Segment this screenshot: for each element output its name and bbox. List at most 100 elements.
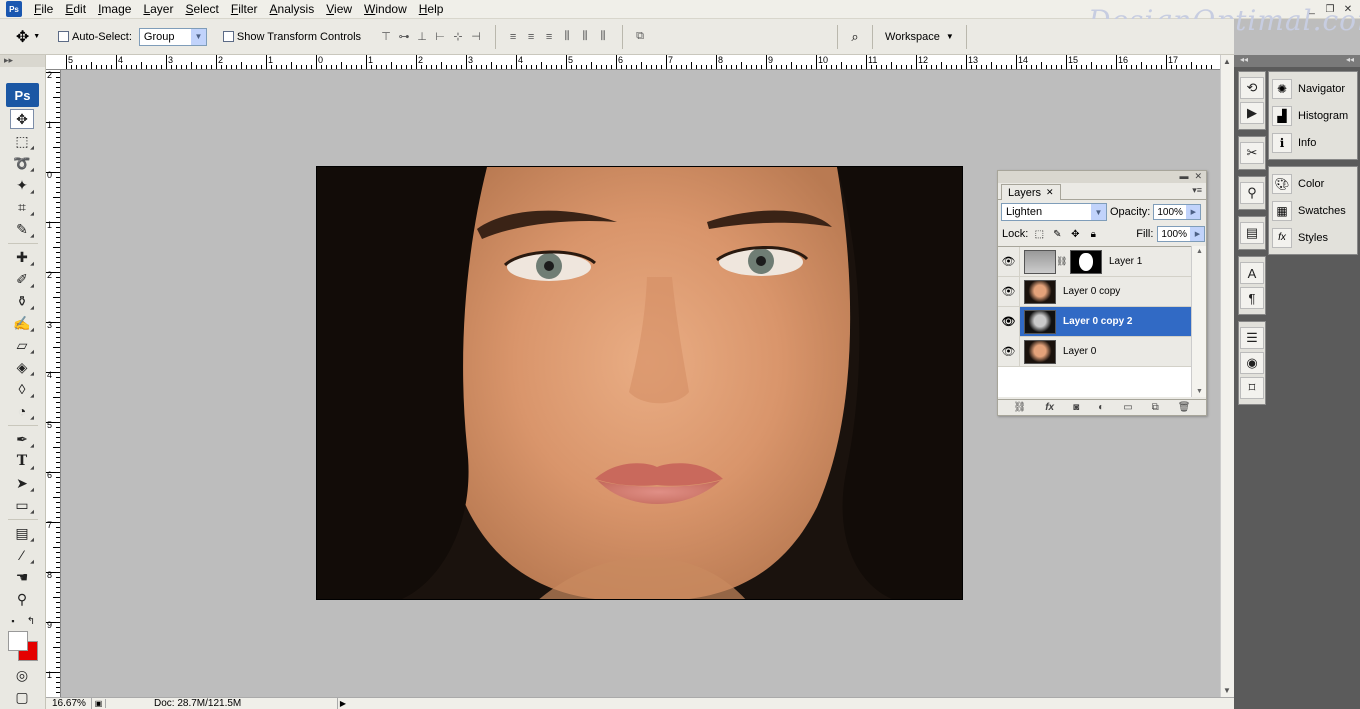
dodge-tool[interactable]: ◔ ◢ (10, 401, 34, 421)
magic-wand-tool[interactable]: ✦ ◢ (10, 175, 34, 196)
menu-view[interactable]: View (320, 0, 358, 19)
zoom-tool[interactable]: ⚲ (10, 589, 34, 609)
align-top-icon[interactable]: ⊤ (379, 30, 393, 44)
close-button[interactable]: ✕ (1340, 2, 1356, 16)
layers-scrollbar[interactable]: ▲ ▼ (1191, 246, 1206, 397)
canvas-vertical-scrollbar[interactable]: ▲ ▼ (1220, 55, 1234, 697)
layer-style-fx-icon[interactable]: fx (1045, 402, 1054, 413)
layer-row-layer-0-copy[interactable]: 👁︎ Layer 0 copy (998, 276, 1191, 307)
scroll-up-icon[interactable]: ▲ (1196, 248, 1203, 255)
distribute-right-icon[interactable]: ⫼ (596, 30, 610, 44)
history-brush-tool[interactable]: ✍ ◢ (10, 313, 34, 334)
menu-window[interactable]: Window (358, 0, 413, 19)
scroll-down-icon[interactable]: ▼ (1196, 388, 1203, 395)
workspace-button[interactable]: Workspace ▼ (885, 31, 954, 43)
history-icon[interactable]: ⟲ (1240, 77, 1264, 99)
slice-tool[interactable]: ✎ ◢ (10, 219, 34, 240)
channels-icon[interactable]: ◉ (1240, 352, 1264, 374)
restore-button[interactable]: ❐ (1322, 2, 1338, 16)
new-group-icon[interactable]: ▭ (1123, 402, 1132, 413)
zoom-level[interactable]: 16.67% (46, 698, 92, 709)
bridge-icon[interactable]: ⌕ (844, 26, 866, 48)
lock-transparency-icon[interactable]: ⬚ (1032, 227, 1046, 241)
default-colors-icon[interactable]: ▪ (8, 611, 18, 631)
close-tab-icon[interactable]: ✕ (1046, 187, 1054, 198)
menu-image[interactable]: Image (92, 0, 137, 19)
lock-position-icon[interactable]: ✥ (1068, 227, 1082, 241)
lasso-tool[interactable]: ➰ ◢ (10, 153, 34, 174)
align-hcenter-icon[interactable]: ⊹ (451, 30, 465, 44)
distribute-bottom-icon[interactable]: ≡ (542, 30, 556, 44)
paragraph-icon[interactable]: ¶ (1240, 287, 1264, 309)
scroll-up-icon[interactable]: ▲ (1223, 57, 1231, 66)
collapse-dock-icon[interactable]: ◂◂ (1234, 55, 1248, 67)
menu-help[interactable]: Help (413, 0, 450, 19)
minimize-panel-icon[interactable]: ▬ (1179, 171, 1188, 183)
eye-icon[interactable]: 👁︎ (998, 276, 1020, 307)
menu-edit[interactable]: Edit (59, 0, 92, 19)
auto-select-dropdown[interactable]: Group ▼ (138, 27, 207, 46)
layer-mask-thumbnail[interactable] (1070, 249, 1102, 274)
menu-analysis[interactable]: Analysis (264, 0, 321, 19)
add-mask-icon[interactable]: ◙ (1073, 402, 1079, 413)
lock-all-icon[interactable]: 🔒︎ (1086, 227, 1100, 241)
scroll-down-icon[interactable]: ▼ (1223, 686, 1231, 695)
expand-dock-icon[interactable]: ◂◂ (1340, 55, 1360, 67)
screen-mode-button[interactable]: ▢ (10, 687, 34, 707)
link-layers-icon[interactable]: ⛓︎ (1014, 402, 1027, 413)
panel-styles[interactable]: fx Styles (1269, 224, 1357, 251)
move-tool-preset-picker[interactable]: ✥ ▼ (10, 22, 46, 52)
rectangle-tool[interactable]: ▭ ◢ (10, 495, 34, 516)
panel-color[interactable]: 🎨︎ Color (1269, 170, 1357, 197)
layer-row-layer-1[interactable]: 👁︎ ⛓︎ Layer 1 (998, 246, 1191, 277)
auto-align-icon[interactable]: ⧉ (633, 30, 647, 44)
paths-icon[interactable]: ⌑ (1240, 377, 1264, 399)
hand-tool[interactable]: ☚ (10, 567, 34, 587)
crop-tool[interactable]: ⌗ ◢ (10, 197, 34, 218)
trash-icon[interactable]: 🗑︎ (1178, 402, 1191, 413)
document-icon[interactable]: ▣ (92, 699, 106, 708)
panel-histogram[interactable]: ▟ Histogram (1269, 102, 1357, 129)
pen-tool[interactable]: ✒ ◢ (10, 429, 34, 450)
align-left-icon[interactable]: ⊢ (433, 30, 447, 44)
show-transform-checkbox[interactable] (222, 31, 234, 42)
eraser-tool[interactable]: ▱ ◢ (10, 335, 34, 356)
eyedropper-tool[interactable]: ⁄ ◢ (10, 545, 34, 565)
tab-layers[interactable]: Layers ✕ (1001, 184, 1061, 200)
align-vcenter-icon[interactable]: ⊶ (397, 30, 411, 44)
paint-bucket-tool[interactable]: ◈ ◢ (10, 357, 34, 378)
horizontal-ruler[interactable]: 5 4 3 2 1 0 1 2 3 4 5 6 7 8 9 10 11 12 13 14 15 16 17 (46, 55, 1220, 70)
layers-icon[interactable]: ☰ (1240, 327, 1264, 349)
panel-info[interactable]: ℹ Info (1269, 129, 1357, 156)
distribute-left-icon[interactable]: ⫼ (560, 30, 574, 44)
opacity-field[interactable]: 100% ▶ (1153, 204, 1202, 220)
marquee-tool[interactable]: ⬚ ◢ (10, 131, 34, 152)
clone-stamp-tool[interactable]: ⚱ ◢ (10, 291, 34, 312)
vertical-ruler[interactable]: 2101234567891 (46, 70, 61, 697)
tool-presets-icon[interactable]: ✂ (1240, 142, 1264, 164)
eye-icon[interactable]: 👁︎ (998, 306, 1020, 337)
close-panel-icon[interactable]: ✕ (1194, 171, 1202, 183)
healing-brush-tool[interactable]: ✚ ◢ (10, 247, 34, 268)
type-tool[interactable]: T ◢ (10, 451, 34, 471)
notes-tool[interactable]: ▤ ◢ (10, 523, 34, 544)
layer-row-layer-0-copy-2[interactable]: 👁︎ Layer 0 copy 2 (998, 306, 1191, 337)
fill-field[interactable]: 100% ▶ (1157, 226, 1206, 242)
path-selection-tool[interactable]: ➤ ◢ (10, 473, 34, 494)
status-menu-arrow-icon[interactable]: ▶ (338, 699, 348, 708)
menu-select[interactable]: Select (179, 0, 224, 19)
layer-comps-icon[interactable]: ▤ (1240, 222, 1264, 244)
panel-menu-icon[interactable]: ▾≡ (1192, 185, 1202, 196)
brushes-icon[interactable]: ⚲ (1240, 182, 1264, 204)
document-image[interactable] (316, 166, 963, 600)
menu-file[interactable]: File (28, 0, 59, 19)
menu-filter[interactable]: Filter (225, 0, 264, 19)
align-right-icon[interactable]: ⊣ (469, 30, 483, 44)
layer-row-layer-0[interactable]: 👁︎ Layer 0 (998, 336, 1191, 367)
chevron-right-icon[interactable]: ▶ (1190, 227, 1205, 241)
swap-colors-icon[interactable]: ↰ (26, 611, 36, 631)
move-tool[interactable]: ✥ (10, 109, 34, 129)
align-bottom-icon[interactable]: ⊥ (415, 30, 429, 44)
chevron-right-icon[interactable]: ▶ (1186, 205, 1201, 219)
photoshop-app-icon[interactable]: Ps (6, 1, 22, 17)
